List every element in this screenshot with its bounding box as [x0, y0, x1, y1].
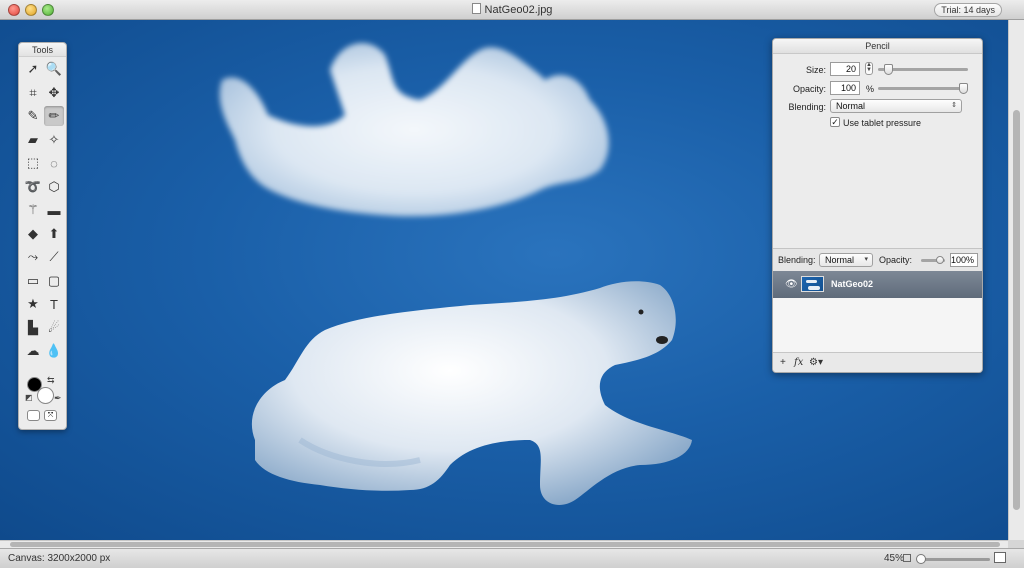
zoom-tool-icon[interactable]: 🔍	[44, 59, 64, 79]
layer-opacity-knob[interactable]	[936, 256, 944, 264]
layer-opacity-label: Opacity:	[879, 255, 913, 265]
layer-row[interactable]: 👁 NatGeo02	[773, 271, 982, 298]
lasso-icon[interactable]: ➰	[23, 177, 43, 197]
fx-button[interactable]: fx	[794, 357, 803, 368]
layer-opacity-slider[interactable]	[921, 256, 945, 264]
rectangle-shape-icon[interactable]: ▬	[44, 200, 64, 220]
zoom-slider[interactable]	[916, 554, 990, 564]
crop-tool-icon[interactable]: ⌗	[23, 83, 43, 103]
clone-stamp-icon[interactable]: ▙	[23, 318, 43, 338]
zoom-slider-knob[interactable]	[916, 554, 926, 564]
size-field[interactable]: 20	[830, 62, 860, 76]
title-bar: NatGeo02.jpg Trial: 14 days	[0, 0, 1024, 20]
swap-colors-icon[interactable]: ⇆	[47, 375, 55, 386]
zoom-in-icon[interactable]	[994, 552, 1006, 563]
line-tool-icon[interactable]: ⟋	[44, 247, 64, 267]
select-arrow-icon[interactable]: ➚	[23, 59, 43, 79]
ellipse-select-icon[interactable]: ◌	[44, 153, 64, 173]
magic-eraser-icon[interactable]: ✧	[44, 130, 64, 150]
canvas-size-label: Canvas: 3200x2000 px	[8, 553, 111, 564]
arrow-up-icon[interactable]: ⬆	[44, 224, 64, 244]
vertical-scrollbar[interactable]	[1008, 20, 1024, 540]
opacity-slider-knob[interactable]	[959, 83, 968, 94]
opacity-label: Opacity:	[792, 84, 826, 94]
opacity-field[interactable]: 100	[830, 81, 860, 95]
opacity-slider[interactable]	[878, 83, 968, 94]
tablet-pressure-checkbox[interactable]: ✓	[830, 117, 840, 127]
add-layer-button[interactable]: +	[780, 357, 786, 368]
pencil-tool-icon[interactable]: ✏	[44, 106, 64, 126]
size-stepper[interactable]: ▲ ▼	[865, 62, 873, 75]
rounded-rect-icon[interactable]: ▢	[44, 271, 64, 291]
blending-label: Blending:	[788, 102, 826, 112]
rect-select-icon[interactable]: ⬚	[23, 153, 43, 173]
rect-tool-icon[interactable]: ▭	[23, 271, 43, 291]
reset-colors-icon[interactable]: ◩	[25, 393, 33, 402]
layer-thumbnail	[801, 276, 824, 292]
reflected-bear	[219, 43, 609, 217]
layers-footer: + fx ⚙▾	[773, 352, 982, 372]
blending-popup[interactable]: Normal ⇕	[830, 99, 962, 113]
popup-arrow-icon: ▾	[864, 256, 868, 263]
standard-mode-icon[interactable]	[27, 410, 40, 421]
text-tool-icon[interactable]: T	[44, 294, 64, 314]
trial-badge[interactable]: Trial: 14 days	[934, 3, 1002, 17]
eye-visibility-icon[interactable]: 👁	[785, 279, 798, 290]
size-label: Size:	[805, 65, 826, 75]
layer-blending-label: Blending:	[778, 255, 816, 265]
layer-blending-value: Normal	[825, 255, 855, 265]
layer-name: NatGeo02	[831, 279, 874, 289]
blending-popup-value: Normal	[836, 101, 866, 111]
eyedropper-icon[interactable]: ✒	[54, 393, 62, 404]
eraser-tool-icon[interactable]: ▰	[23, 130, 43, 150]
foreground-color-swatch[interactable]	[27, 377, 42, 392]
move-tool-icon[interactable]: ✥	[44, 83, 64, 103]
vertical-scroll-thumb[interactable]	[1013, 110, 1020, 510]
horizontal-scrollbar[interactable]	[0, 540, 1008, 548]
tablet-pressure-label: Use tablet pressure	[843, 118, 922, 128]
blur-drop-icon[interactable]: 💧	[44, 341, 64, 361]
cloud-shape-icon[interactable]: ☁	[23, 341, 43, 361]
gear-menu-button[interactable]: ⚙▾	[809, 357, 823, 368]
zoom-out-icon[interactable]	[903, 554, 911, 562]
fullscreen-mode-icon[interactable]: ⤧	[44, 410, 57, 421]
brush-tool-icon[interactable]: ✎	[23, 106, 43, 126]
layer-blending-popup[interactable]: Normal ▾	[819, 253, 873, 267]
layers-list-empty-area	[773, 298, 982, 352]
magic-wand-icon[interactable]: ⚚	[23, 200, 43, 220]
swimming-bear	[251, 281, 693, 505]
paint-bucket-icon[interactable]: ◆	[23, 224, 43, 244]
window-title-text: NatGeo02.jpg	[484, 4, 553, 16]
window-title: NatGeo02.jpg	[0, 3, 1024, 16]
color-swatches: ⇆ ◩ ✒ ⤧	[25, 375, 62, 423]
bezier-pen-icon[interactable]: ⤳	[23, 247, 43, 267]
status-bar: Canvas: 3200x2000 px 45%	[0, 548, 1024, 568]
size-slider[interactable]	[878, 64, 968, 75]
tools-palette: Tools ➚ 🔍 ⌗ ✥ ✎ ✏ ▰ ✧ ⬚ ◌ ➰ ⬡ ⚚ ▬ ◆ ⬆ ⤳ ⟋ ▭ ▢ ★ T ▙ ☄ ☁ 💧 ⇆ ◩ ✒ ⤧	[18, 42, 67, 430]
zoom-level-label: 45%	[884, 553, 905, 564]
document-icon	[471, 3, 481, 14]
tools-palette-title: Tools	[19, 43, 66, 57]
popup-arrows-icon: ⇕	[951, 102, 957, 109]
size-slider-knob[interactable]	[884, 64, 894, 75]
polygon-lasso-icon[interactable]: ⬡	[44, 177, 64, 197]
smudge-tool-icon[interactable]: ☄	[44, 318, 64, 338]
layer-opacity-field[interactable]: 100%	[950, 253, 978, 267]
layers-blend-bar: Blending: Normal ▾ Opacity: 100%	[773, 248, 982, 271]
panel-title: Pencil	[773, 39, 982, 54]
star-tool-icon[interactable]: ★	[23, 294, 43, 314]
opacity-unit: %	[866, 84, 875, 94]
pencil-inspector-panel: Pencil Size: 20 ▲ ▼ Opacity: 100 % Blendi…	[772, 38, 983, 373]
horizontal-scroll-thumb[interactable]	[10, 542, 1000, 547]
